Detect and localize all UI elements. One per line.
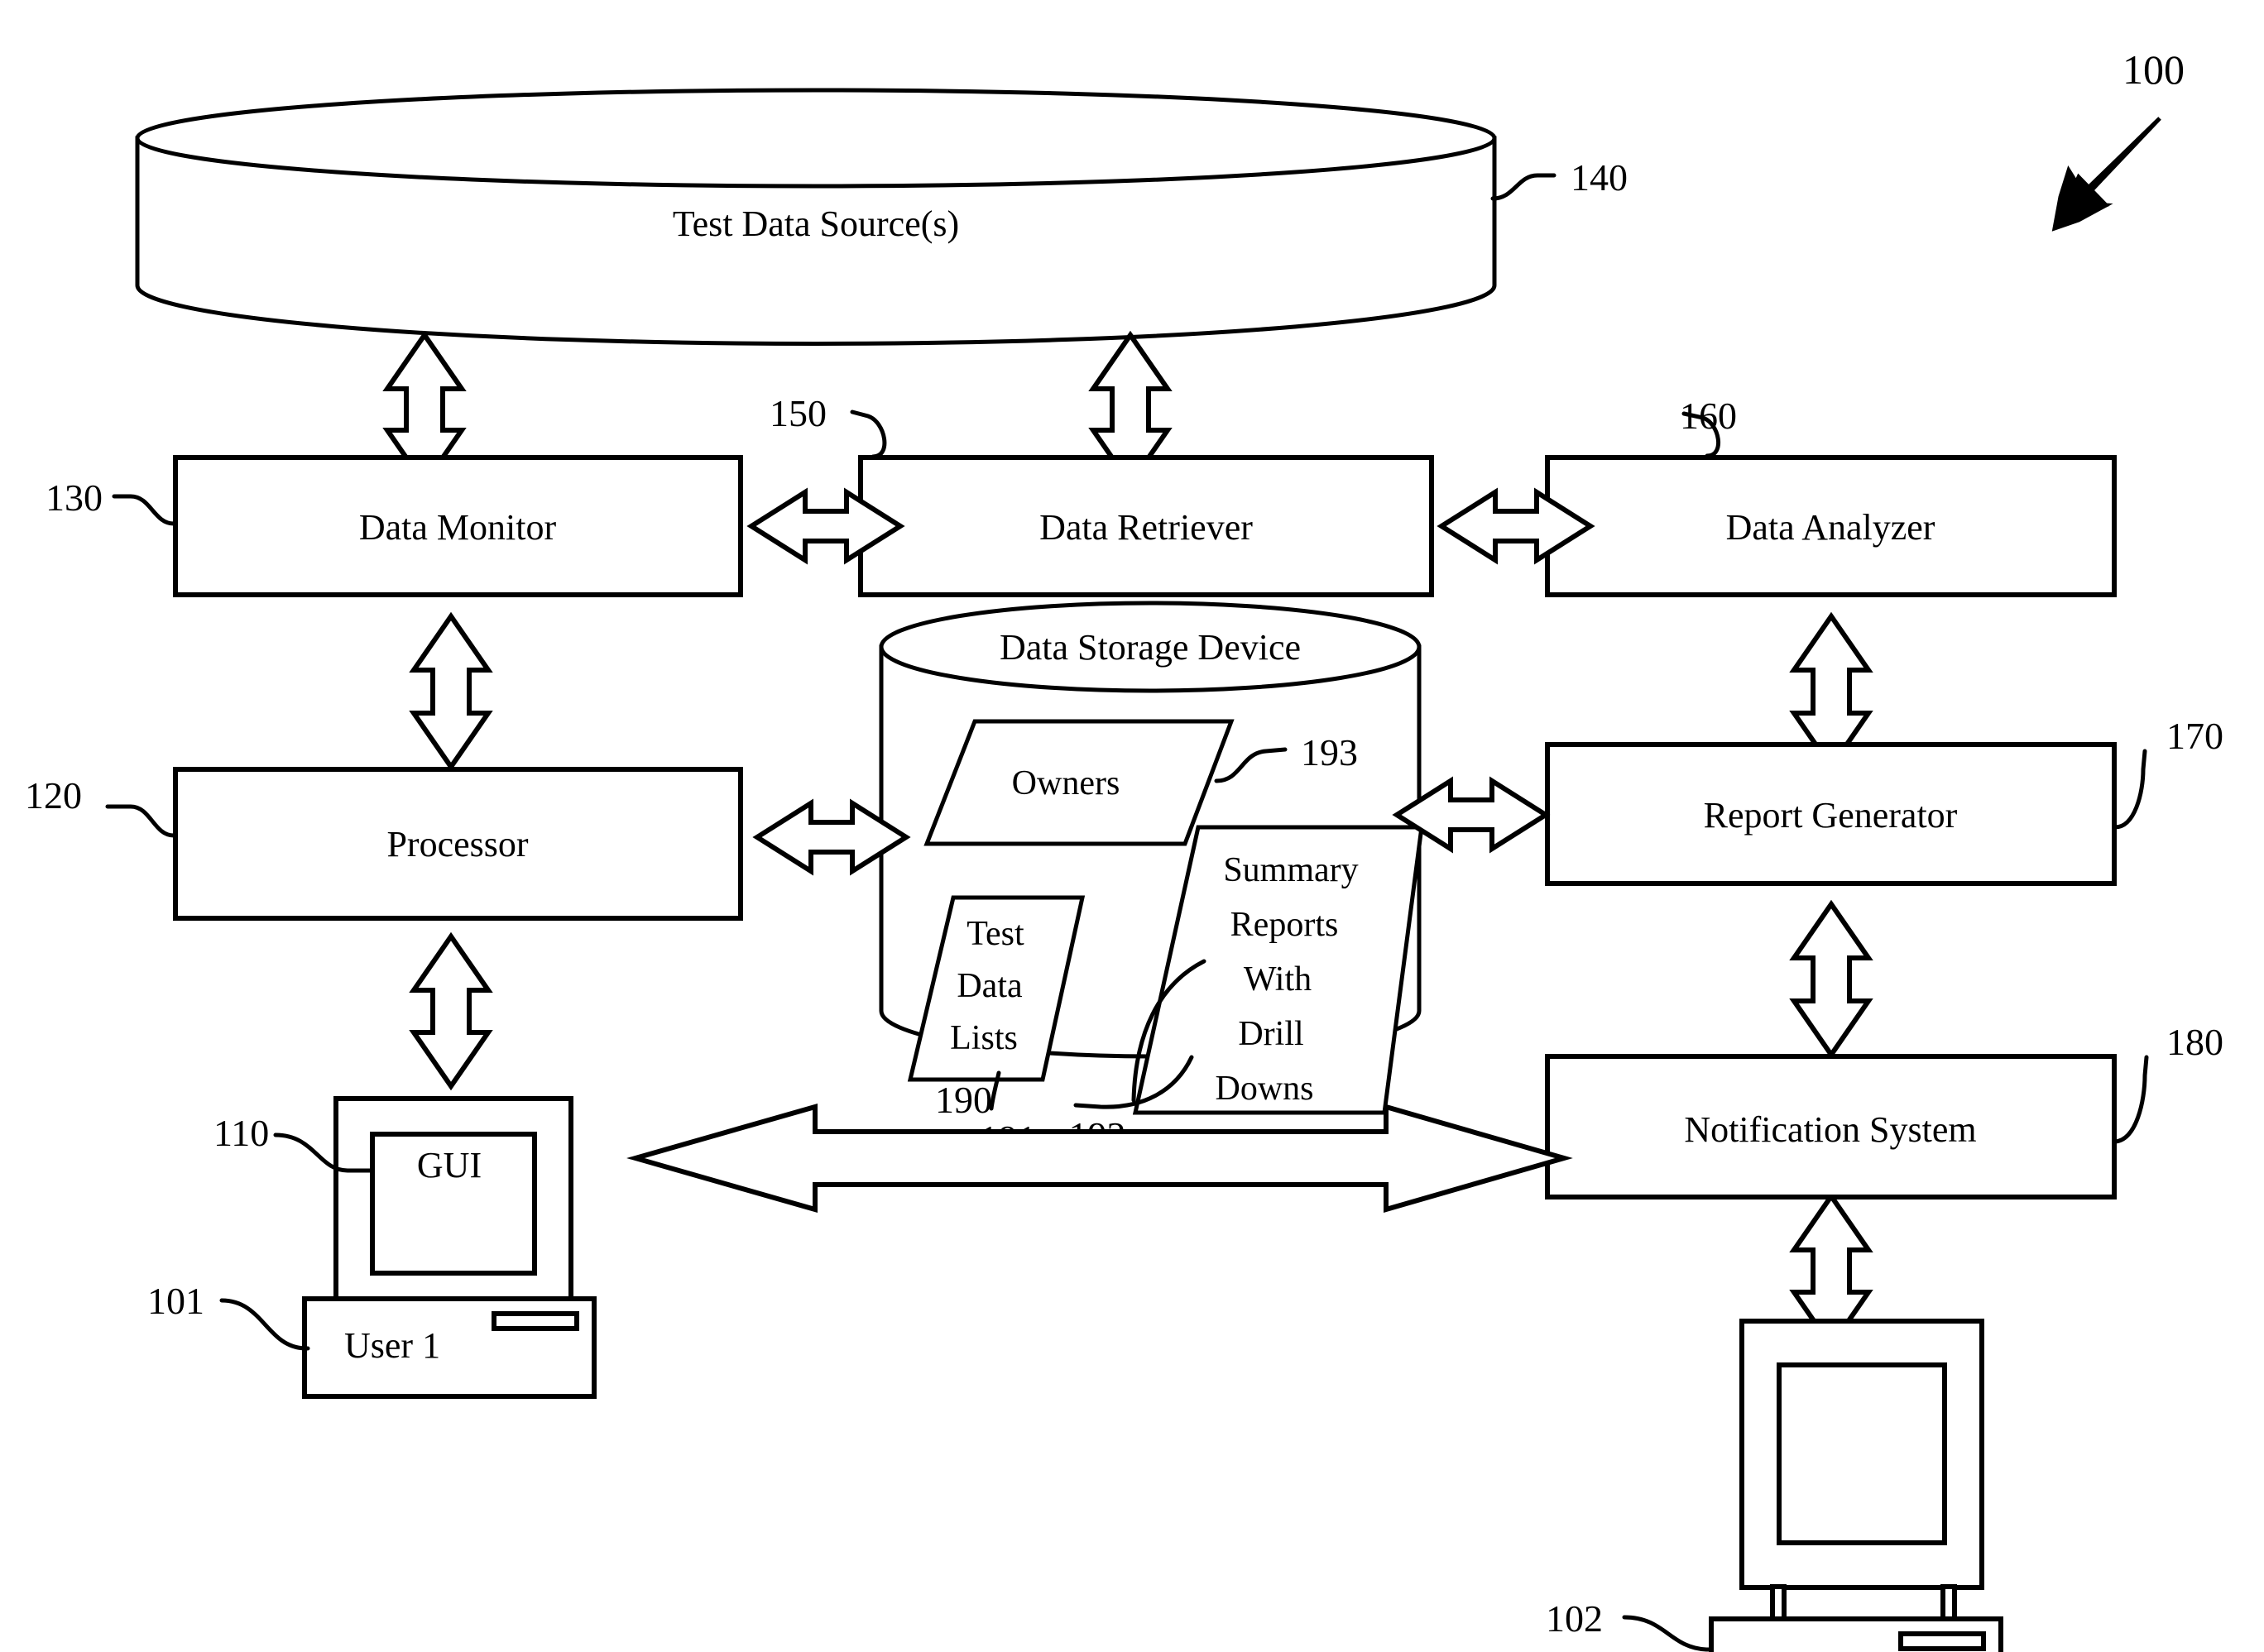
user2-drive-slot — [1898, 1631, 1986, 1651]
user1-gui-label: GUI — [417, 1145, 482, 1185]
connector-monitor-processor — [409, 611, 493, 772]
ref-160: 160 — [1680, 395, 1737, 437]
ref-102: 102 — [1546, 1597, 1603, 1640]
user2-stand-left — [1770, 1584, 1787, 1624]
ref-140: 140 — [1571, 156, 1628, 199]
user2-computer[interactable] — [1709, 1319, 2003, 1652]
user1-drive-slot — [492, 1311, 579, 1331]
ref-150: 150 — [770, 392, 827, 434]
notification-system-label: Notification System — [1684, 1109, 1976, 1150]
ref-150-leader — [850, 409, 887, 459]
ref-130: 130 — [46, 476, 103, 519]
data-storage-device-label: Data Storage Device — [1000, 627, 1301, 668]
connector-report-notification — [1789, 899, 1873, 1060]
data-analyzer-label: Data Analyzer — [1726, 507, 1935, 548]
ref-140-leader — [1490, 173, 1556, 201]
summary-reports-line1: Summary — [1223, 851, 1358, 889]
test-data-lists-line1: Test — [967, 915, 1024, 953]
ref-170: 170 — [2166, 715, 2223, 757]
ref-180-leader — [2113, 1055, 2149, 1144]
data-retriever-label: Data Retriever — [1039, 507, 1253, 548]
summary-reports-line5: Downs — [1215, 1070, 1313, 1108]
figure-number-100: 100 — [2122, 46, 2185, 93]
test-data-lists-line2: Data — [957, 967, 1023, 1005]
ref-120: 120 — [25, 774, 82, 816]
processor-label: Processor — [386, 824, 528, 864]
patent-figure: Test Data Source(s) 140 Data Monitor 130… — [0, 0, 2264, 1652]
ref-180: 180 — [2166, 1021, 2223, 1063]
owners-label: Owners — [1012, 764, 1120, 802]
ref-102-leader — [1622, 1615, 1714, 1652]
report-generator-label: Report Generator — [1704, 795, 1958, 836]
user1-label: User 1 — [344, 1325, 440, 1366]
user2-screen — [1777, 1362, 1947, 1545]
ref-193: 193 — [1301, 731, 1358, 773]
connector-processor-user1 — [409, 931, 493, 1091]
ref-101: 101 — [147, 1280, 204, 1322]
summary-reports-line4: Drill — [1238, 1015, 1303, 1053]
summary-reports-line2: Reports — [1230, 906, 1339, 944]
ref-120-leader — [105, 804, 176, 838]
ref-130-leader — [112, 494, 176, 526]
ref-101-leader — [219, 1298, 310, 1351]
ref-170-leader — [2113, 749, 2147, 830]
ref-110: 110 — [213, 1112, 269, 1154]
ref-190: 190 — [935, 1079, 992, 1121]
test-data-lists-line3: Lists — [950, 1019, 1018, 1057]
user2-label: User 2 — [1751, 1647, 1847, 1652]
figure-number-annotation — [2051, 117, 2161, 232]
data-monitor-label: Data Monitor — [359, 507, 557, 548]
test-data-source-label: Test Data Source(s) — [673, 204, 959, 244]
summary-reports-line3: With — [1244, 960, 1312, 998]
user2-stand-right — [1940, 1584, 1957, 1624]
